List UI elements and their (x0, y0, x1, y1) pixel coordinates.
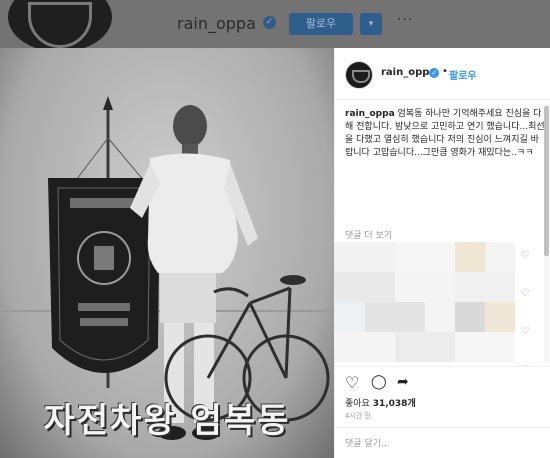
post-header: rain_oppa ✓ • 팔로우 (335, 48, 550, 100)
verified-icon: ✓ (429, 68, 439, 78)
profile-avatar (8, 0, 112, 52)
poster-title: 자전차왕 엄복동 (43, 401, 291, 441)
post-modal: 자전차왕 엄복동 rain_oppa ✓ • 팔로우 rain_oppa 엄복동… (0, 48, 550, 458)
profile-header: rain_oppa ✓ 팔로우 ▾ ··· (0, 0, 550, 52)
separator-dot: • (442, 66, 448, 77)
comment-like-heart-icon[interactable]: ♡ (519, 326, 531, 338)
post-side-panel: rain_oppa ✓ • 팔로우 rain_oppa 엄복동 하나만 기억해주… (334, 48, 550, 458)
post-timestamp: 4시간 전 (345, 412, 371, 420)
comment-like-heart-icon[interactable]: ♡ (519, 288, 531, 300)
profile-username: rain_oppa (177, 14, 256, 33)
post-image[interactable]: 자전차왕 엄복동 (0, 48, 334, 458)
comment-box (335, 427, 550, 458)
comment-icon[interactable]: ◯ (371, 374, 387, 390)
follow-button[interactable]: 팔로우 (449, 67, 477, 82)
blurred-comment (335, 302, 515, 332)
likes-count[interactable]: 좋아요 31,038개 (345, 396, 416, 409)
comment-like-heart-icon[interactable]: ♡ (519, 250, 531, 262)
blurred-comment (335, 242, 515, 272)
caption-username[interactable]: rain_oppa (345, 109, 395, 119)
more-options-icon[interactable]: ··· (397, 12, 413, 28)
post-username[interactable]: rain_oppa (381, 67, 436, 78)
like-heart-icon[interactable]: ♡ (345, 373, 359, 392)
avatar[interactable] (345, 61, 373, 89)
comments-list[interactable]: rain_oppa 엄복동 하나만 기억해주세요 진심을 다해 전합니다. 밤낮… (335, 100, 550, 370)
verified-icon: ✓ (263, 16, 276, 29)
load-more-comments-link[interactable]: 댓글 더 보기 (345, 228, 392, 241)
chevron-down-icon[interactable]: ▾ (360, 13, 382, 35)
share-icon[interactable]: ➦ (397, 374, 409, 390)
blurred-comment (335, 332, 515, 362)
profile-follow-button[interactable]: 팔로우 (289, 13, 353, 35)
post-caption: rain_oppa 엄복동 하나만 기억해주세요 진심을 다해 전합니다. 밤낮… (345, 108, 545, 160)
blurred-comment (335, 272, 515, 302)
scrollbar-thumb[interactable] (544, 106, 549, 256)
comment-input[interactable] (345, 434, 525, 454)
post-actions: ♡ ◯ ➦ 좋아요 31,038개 4시간 전 (335, 366, 550, 458)
